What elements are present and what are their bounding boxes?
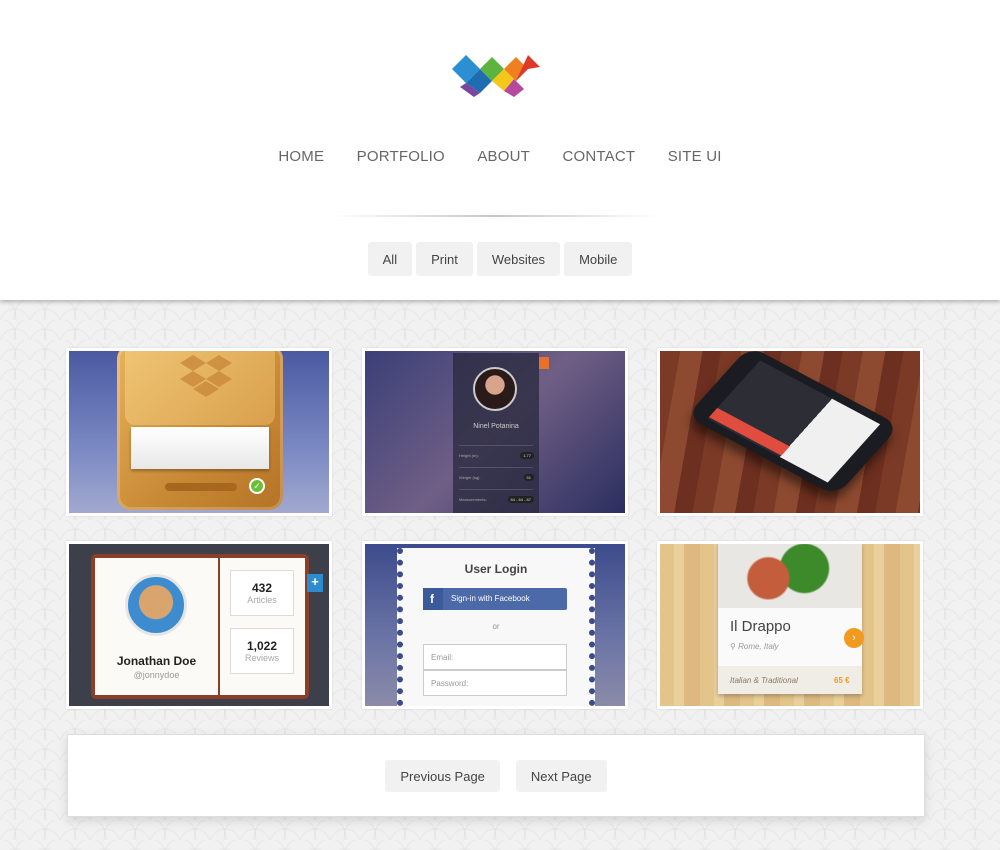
restaurant-category: Italian & Traditional <box>730 676 798 685</box>
portfolio-item-profile-card[interactable]: Ninel Potanina Height (m): 1.77 Weight (… <box>362 348 628 516</box>
plus-icon: + <box>307 574 323 592</box>
restaurant-price: 65 € <box>834 676 850 685</box>
box-lid <box>125 351 275 425</box>
stat-label: Weight (kg): <box>459 475 481 480</box>
food-photo <box>718 544 862 608</box>
dropbox-thumbnail: ✓ <box>69 351 329 513</box>
profile-username: @jonnydoe <box>133 670 180 680</box>
phone-illustration <box>686 351 900 497</box>
row-divider <box>459 445 533 446</box>
nav-site-ui[interactable]: SITE UI <box>668 148 722 165</box>
nav-about[interactable]: ABOUT <box>477 148 530 165</box>
filter-print-button[interactable]: Print <box>416 242 473 276</box>
nav-portfolio[interactable]: PORTFOLIO <box>357 148 445 165</box>
avatar <box>473 367 517 411</box>
row-divider <box>459 467 533 468</box>
stat-label: Measurements: <box>459 497 487 502</box>
portfolio-item-profile-book[interactable]: 432 Articles 1,022 Reviews Jonathan Doe … <box>66 541 332 709</box>
articles-count: 432 <box>251 581 273 595</box>
next-page-button[interactable]: Next Page <box>515 760 607 792</box>
book-right-page: 432 Articles 1,022 Reviews <box>220 558 305 695</box>
profile-book-thumbnail: 432 Articles 1,022 Reviews Jonathan Doe … <box>69 544 329 706</box>
chevron-right-icon: › <box>844 628 864 648</box>
box-handle <box>165 483 237 491</box>
reviews-stat: 1,022 Reviews <box>230 628 294 674</box>
profile-panel: Ninel Potanina Height (m): 1.77 Weight (… <box>453 353 539 513</box>
check-icon: ✓ <box>249 478 265 494</box>
facebook-signin-label: Sign-in with Facebook <box>451 594 530 603</box>
reviews-count: 1,022 <box>246 639 278 653</box>
portfolio-item-dropbox[interactable]: ✓ <box>66 348 332 516</box>
login-card: User Login f Sign-in with Facebook or Em… <box>397 548 595 706</box>
filter-all-button[interactable]: All <box>367 242 413 276</box>
book-illustration: 432 Articles 1,022 Reviews Jonathan Doe … <box>91 554 309 699</box>
restaurant-thumbnail: Il Drappo ⚲ Rome, Italy › Italian & Trad… <box>660 544 920 706</box>
stat-value: 1.77 <box>520 452 534 459</box>
restaurant-card: Il Drappo ⚲ Rome, Italy › Italian & Trad… <box>718 544 864 694</box>
restaurant-location: ⚲ Rome, Italy <box>730 642 779 651</box>
paper-stack <box>131 427 269 469</box>
location-pin-icon: ⚲ <box>730 642 736 651</box>
filter-websites-button[interactable]: Websites <box>476 242 561 276</box>
facebook-signin-button: f Sign-in with Facebook <box>423 588 567 610</box>
stat-value: 51 <box>523 474 534 481</box>
articles-label: Articles <box>247 595 277 605</box>
portfolio-item-user-login[interactable]: User Login f Sign-in with Facebook or Em… <box>362 541 628 709</box>
previous-page-button[interactable]: Previous Page <box>385 760 500 792</box>
nav-contact[interactable]: CONTACT <box>562 148 635 165</box>
site-header: HOME PORTFOLIO ABOUT CONTACT SITE UI All… <box>0 0 1000 300</box>
user-login-thumbnail: User Login f Sign-in with Facebook or Em… <box>365 544 625 706</box>
pagination: Previous Page Next Page <box>67 734 925 817</box>
header-divider <box>330 215 660 217</box>
reviews-label: Reviews <box>244 653 279 663</box>
orange-tab <box>539 357 549 369</box>
email-field: Email: <box>423 644 567 670</box>
location-label: Rome, Italy <box>738 642 779 651</box>
nav-home[interactable]: HOME <box>278 148 324 165</box>
facebook-icon: f <box>423 588 443 610</box>
portfolio-item-mobile-app[interactable] <box>657 348 923 516</box>
restaurant-name: Il Drappo <box>730 618 791 635</box>
avatar <box>125 574 187 636</box>
mobile-app-thumbnail <box>660 351 920 513</box>
stat-label: Height (m): <box>459 453 479 458</box>
row-divider <box>459 489 533 490</box>
profile-name: Ninel Potanina <box>473 423 519 430</box>
stat-value: 84 - 64 - 87 <box>507 496 534 503</box>
profile-card-thumbnail: Ninel Potanina Height (m): 1.77 Weight (… <box>365 351 625 513</box>
portfolio-item-restaurant[interactable]: Il Drappo ⚲ Rome, Italy › Italian & Trad… <box>657 541 923 709</box>
profile-name: Jonathan Doe <box>116 654 197 668</box>
password-field: Password: <box>423 670 567 696</box>
filter-mobile-button[interactable]: Mobile <box>564 242 633 276</box>
wooden-box-illustration: ✓ <box>117 351 283 510</box>
portfolio-filters: All Print Websites Mobile <box>0 242 1000 276</box>
dropbox-logo-icon <box>180 355 232 397</box>
or-separator: or <box>492 622 500 631</box>
login-title: User Login <box>464 562 528 576</box>
logo-icon[interactable] <box>452 47 542 97</box>
articles-stat: 432 Articles <box>230 570 294 616</box>
main-nav: HOME PORTFOLIO ABOUT CONTACT SITE UI <box>0 148 1000 166</box>
